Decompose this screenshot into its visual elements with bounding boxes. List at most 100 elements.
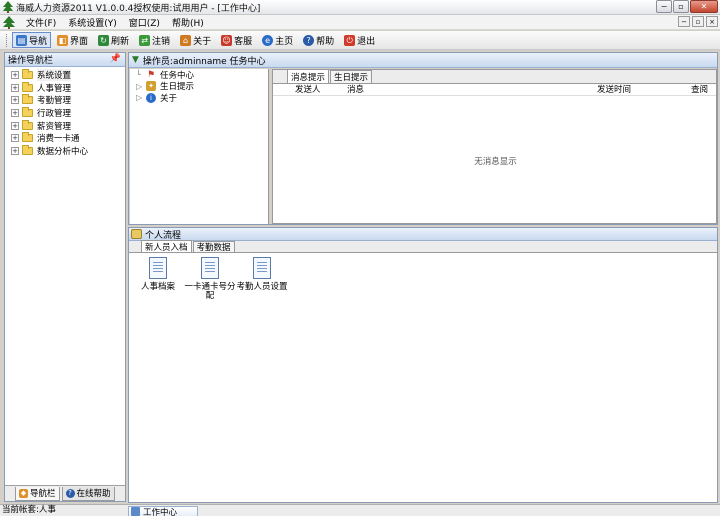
support-button-label: 客服 [234,36,253,47]
info-icon: i [146,92,156,103]
toolbar-grip[interactable] [6,33,9,47]
help-circle-icon: ? [65,488,75,498]
folder-icon [22,144,33,155]
exit-button-label: 退出 [357,36,376,47]
help-button-label: 帮助 [316,36,335,47]
minimize-button[interactable]: − [656,0,672,13]
window-controls: − ▫ ✕ [655,0,718,13]
task-center-panel: ▼ 操作员:adminname 任务中心 └ ⚑ 任务中心 ▷ ✦ 生日提示 ▷… [128,52,718,225]
workflow-icon [131,229,142,239]
tab-online-help[interactable]: ? 在线帮助 [61,486,115,501]
empty-message-text: 无消息显示 [474,157,517,167]
expand-icon[interactable]: + [11,71,19,80]
help-icon: ? [303,34,315,46]
nav-item-personnel[interactable]: + 人事管理 [5,81,125,95]
menu-file[interactable]: 文件(F) [20,16,62,29]
tree-item-label: 任务中心 [160,70,195,81]
nav-item-payroll[interactable]: + 薪资管理 [5,119,125,132]
expand-icon[interactable]: + [11,83,19,92]
folder-icon [22,132,33,143]
mdi-controls: − ▫ × [676,16,718,27]
folder-icon [22,94,33,105]
tree-item-task-center[interactable]: └ ⚑ 任务中心 [130,69,268,81]
refresh-button-label: 刷新 [111,36,130,47]
flow-item-card-assignment[interactable]: 一卡通卡号分配 [183,257,237,301]
nav-item-label: 数据分析中心 [37,146,89,157]
nav-item-label: 行政管理 [37,109,72,120]
about-button[interactable]: ⌂ 关于 [176,32,215,48]
nav-item-administration[interactable]: + 行政管理 [5,107,125,120]
expand-icon[interactable]: + [11,96,19,105]
navigate-button[interactable]: ▤ 导航 [12,32,52,48]
nav-item-data-analysis[interactable]: + 数据分析中心 [5,144,125,158]
expand-icon[interactable]: + [11,146,19,155]
column-sender[interactable]: 发送人 [295,84,321,96]
flow-item-attendance-setup[interactable]: 考勤人员设置 [235,257,289,292]
about-icon: ⌂ [180,34,192,46]
window-tab-label: 工作中心 [143,507,178,516]
flow-item-label: 人事档案 [140,282,175,292]
gift-icon: ✦ [146,81,156,92]
column-message[interactable]: 消息 [347,84,364,96]
window-title: 海威人力资源2011 V1.0.0.4授权使用:试用用户 - [工作中心] [16,3,261,14]
flow-items: 人事档案 一卡通卡号分配 考勤人员设置 [129,255,717,502]
nav-item-attendance[interactable]: + 考勤管理 [5,94,125,107]
support-button[interactable]: ☺ 客服 [217,32,256,48]
menu-system-settings[interactable]: 系统设置(Y) [62,16,123,29]
navigate-icon: ▤ [16,34,27,46]
window-tab-work-center[interactable]: 工作中心 [128,506,198,516]
logout-button[interactable]: ⇄ 注销 [135,32,174,48]
home-button[interactable]: e 主页 [258,32,297,48]
home-button-label: 主页 [275,36,294,47]
tab-attendance-data[interactable]: 考勤数据 [192,241,235,253]
document-icon [201,257,219,279]
column-send-time[interactable]: 发送时间 [597,84,631,96]
expand-arrow-icon[interactable]: ▷ [136,82,146,91]
close-button[interactable]: ✕ [690,0,718,13]
refresh-button[interactable]: ↻ 刷新 [94,32,133,48]
pin-icon[interactable]: 📌 [110,54,121,64]
tab-message-notice[interactable]: 消息提示 [287,69,330,83]
navigation-panel-header: 操作导航栏 📌 [5,53,125,67]
document-icon [253,257,271,279]
expand-icon[interactable]: + [11,134,19,143]
tab-new-employee[interactable]: 新人员入档 [141,240,192,253]
nav-item-label: 消费一卡通 [37,134,80,145]
navigate-button-label: 导航 [29,36,48,47]
title-bar: 海威人力资源2011 V1.0.0.4授权使用:试用用户 - [工作中心] − … [0,0,720,15]
tab-birthday-notice[interactable]: 生日提示 [330,70,373,83]
flow-item-personnel-file[interactable]: 人事档案 [131,257,185,292]
message-table-header: 发送人 消息 发送时间 查阅 [273,84,716,96]
tab-navigation[interactable]: ◆ 导航栏 [15,486,60,501]
logout-icon: ⇄ [139,34,151,46]
expand-icon[interactable]: + [11,121,19,130]
menu-tree-icon [3,15,15,29]
mdi-minimize-button[interactable]: − [678,16,690,27]
mdi-close-button[interactable]: × [706,16,718,27]
expand-icon[interactable]: + [11,109,19,118]
mdi-restore-button[interactable]: ▫ [692,16,704,27]
document-icon [149,257,167,279]
tree-line: └ [136,70,141,80]
tree-item-birthday[interactable]: ▷ ✦ 生日提示 [130,81,268,93]
exit-button[interactable]: ⏻ 退出 [340,32,379,48]
nav-item-consumption-card[interactable]: + 消费一卡通 [5,132,125,145]
funnel-icon: ▼ [132,55,139,65]
interface-button[interactable]: ◧ 界面 [53,32,92,48]
help-button[interactable]: ? 帮助 [299,32,338,48]
column-review[interactable]: 查阅 [691,84,708,96]
expand-arrow-icon[interactable]: ▷ [136,93,146,102]
folder-icon [22,81,33,92]
app-tree-icon [3,1,13,13]
nav-item-label: 人事管理 [37,83,72,94]
tree-item-about[interactable]: ▷ i 关于 [130,92,268,104]
menu-window[interactable]: 窗口(Z) [123,16,166,29]
message-tabs: 消息提示 生日提示 [273,69,716,84]
nav-item-system-settings[interactable]: + 系统设置 [5,69,125,82]
maximize-button[interactable]: ▫ [673,0,689,13]
personal-flow-panel: 个人流程 新人员入档 考勤数据 人事档案 一卡通卡号分配 考勤人员设置 [128,227,718,503]
menu-help[interactable]: 帮助(H) [166,16,210,29]
navigation-panel-title: 操作导航栏 [8,56,54,66]
tree-item-label: 生日提示 [160,82,195,93]
home-icon: e [262,34,274,46]
